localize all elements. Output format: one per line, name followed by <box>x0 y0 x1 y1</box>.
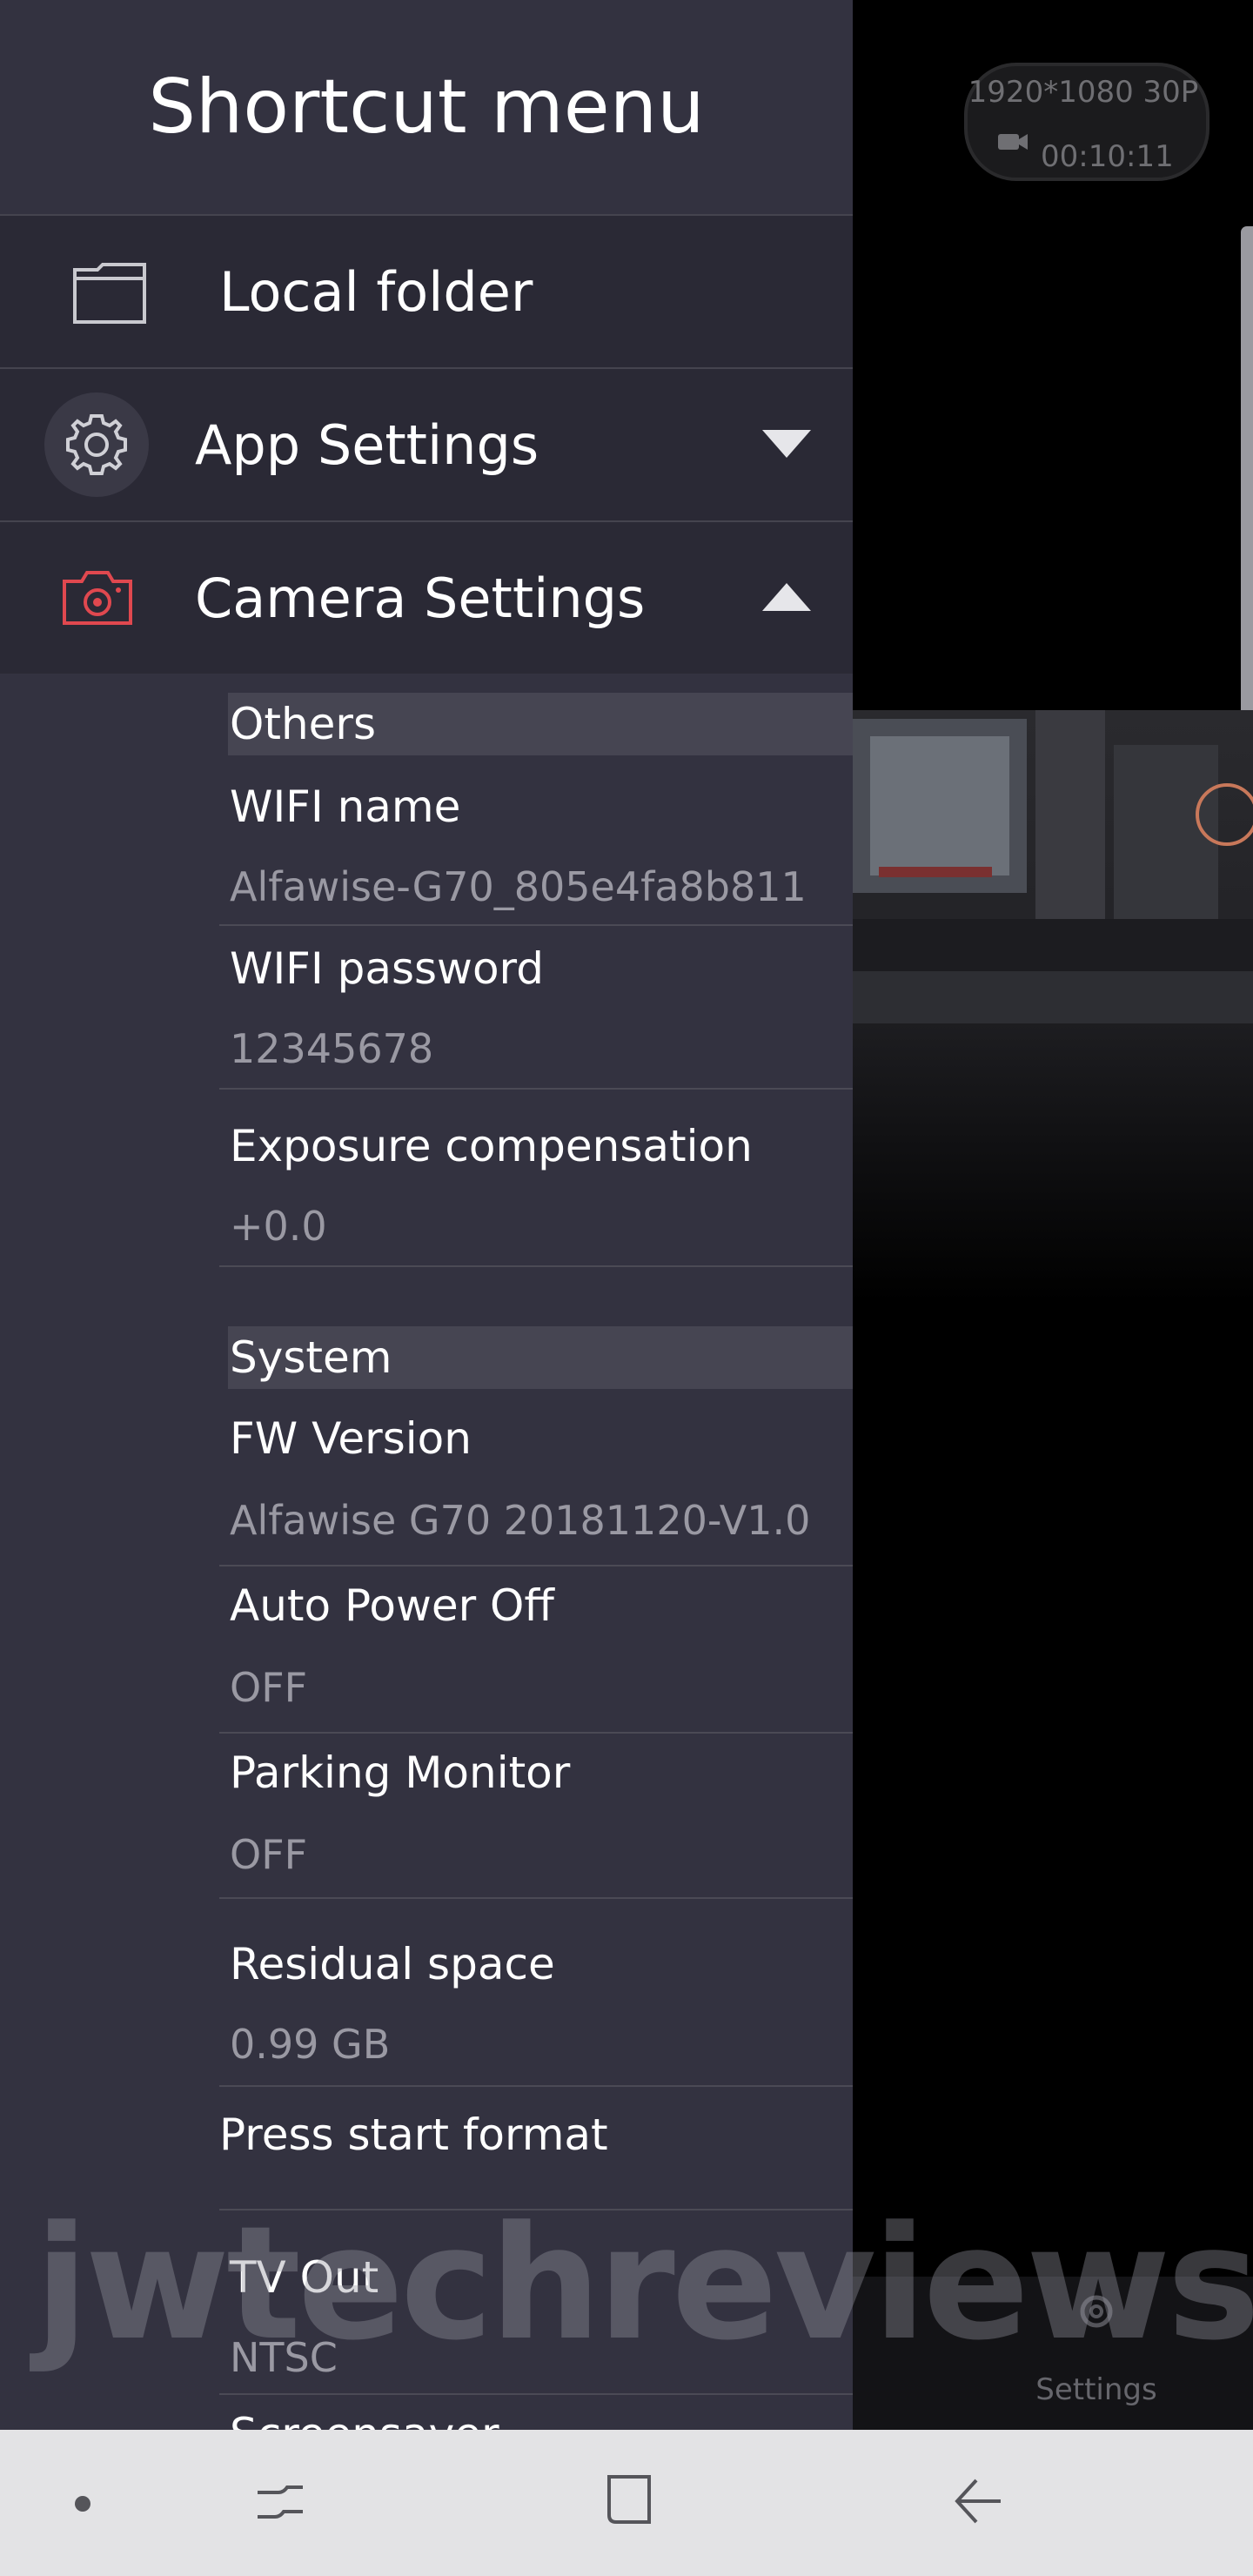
setting-value: 12345678 <box>230 1025 434 1072</box>
drawer-title: Shortcut menu <box>148 64 705 151</box>
menu-item-label: App Settings <box>195 413 539 477</box>
section-header-others: Others <box>228 693 853 755</box>
divider <box>219 2085 853 2087</box>
system-navigation-bar <box>0 2430 1253 2576</box>
recent-apps-icon[interactable] <box>252 2475 308 2531</box>
settings-tab-label[interactable]: Settings <box>1009 2372 1183 2407</box>
recording-time: 00:10:11 <box>1041 139 1174 174</box>
setting-title: WIFI name <box>230 782 461 832</box>
chevron-up-icon[interactable] <box>762 580 811 614</box>
home-icon[interactable] <box>600 2472 656 2527</box>
setting-title: FW Version <box>230 1413 472 1464</box>
menu-item-camera-settings[interactable]: Camera Settings <box>0 520 853 674</box>
camera-scene-image <box>853 710 1253 1302</box>
divider <box>219 1732 853 1734</box>
setting-title: WIFI password <box>230 943 544 994</box>
setting-title: Screensaver <box>230 2409 499 2430</box>
preview-scrollbar[interactable] <box>1241 226 1253 748</box>
watermark-text: jwtechreviews.com <box>35 2193 1253 2375</box>
camera-icon <box>63 571 132 625</box>
back-icon[interactable] <box>950 2473 1006 2529</box>
setting-value: Alfawise G70 20181120-V1.0 <box>230 1497 811 1544</box>
divider <box>219 1565 853 1566</box>
divider <box>219 1088 853 1090</box>
menu-item-app-settings[interactable]: App Settings <box>0 367 853 520</box>
setting-value: +0.0 <box>230 1203 327 1250</box>
setting-value: OFF <box>230 1664 308 1711</box>
divider <box>219 1897 853 1899</box>
setting-title: Residual space <box>230 1939 555 1989</box>
setting-value: OFF <box>230 1831 308 1878</box>
setting-title: Exposure compensation <box>230 1121 753 1171</box>
shortcut-menu-drawer: Shortcut menu Local folder App Settings … <box>0 0 853 2430</box>
nav-dot-icon[interactable] <box>73 2494 92 2513</box>
setting-title: Press start format <box>219 2110 608 2160</box>
setting-title: Auto Power Off <box>230 1580 554 1631</box>
divider <box>219 924 853 926</box>
setting-title: Parking Monitor <box>230 1748 571 1798</box>
section-header-system: System <box>228 1326 853 1389</box>
setting-value: Alfawise-G70_805e4fa8b811 <box>230 863 807 910</box>
chevron-down-icon[interactable] <box>762 426 811 461</box>
resolution-label: 1920*1080 30P <box>968 75 1199 110</box>
menu-item-local-folder[interactable]: Local folder <box>0 214 853 367</box>
setting-value: 0.99 GB <box>230 2021 391 2068</box>
menu-item-label: Camera Settings <box>195 566 646 630</box>
gear-icon <box>44 392 149 497</box>
menu-item-label: Local folder <box>219 259 533 324</box>
video-camera-icon <box>998 134 1028 150</box>
divider <box>219 1265 853 1267</box>
folder-icon <box>73 263 146 324</box>
divider <box>219 2393 853 2395</box>
